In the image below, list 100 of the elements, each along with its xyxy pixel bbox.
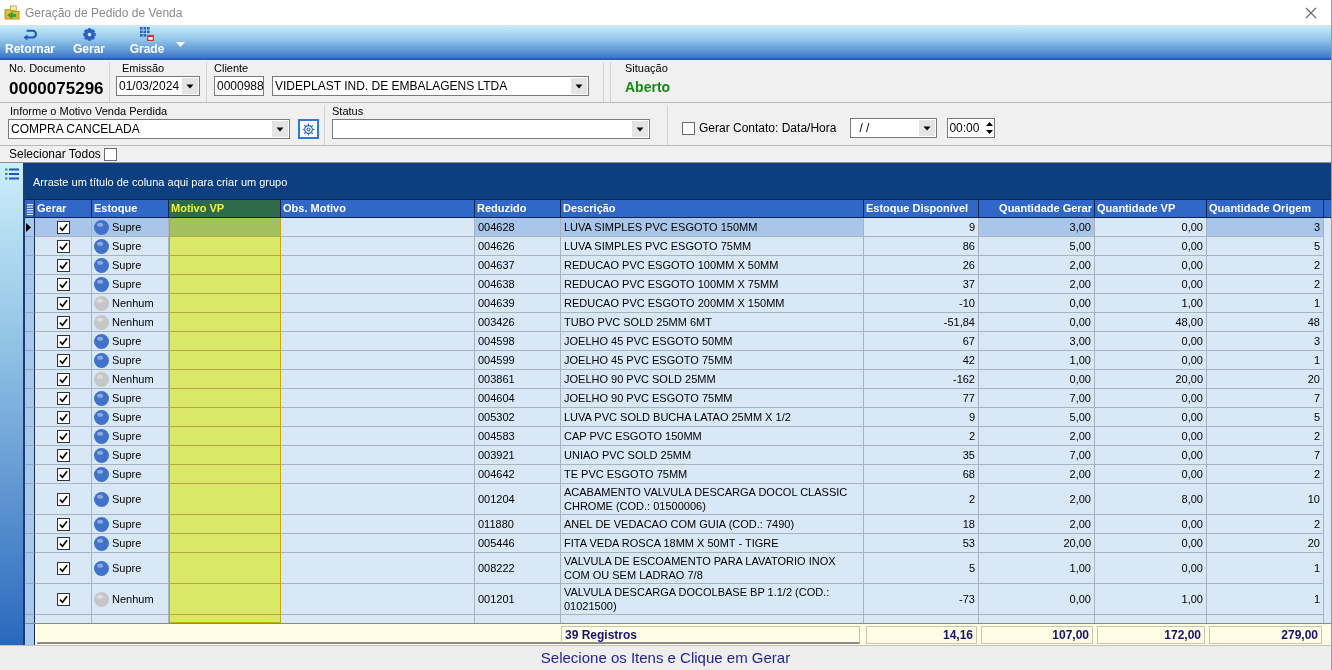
settings-button[interactable] [298,119,319,139]
table-cell[interactable] [281,351,475,370]
checkbox[interactable] [56,429,70,443]
checkbox[interactable] [56,467,70,481]
checkbox[interactable] [56,315,70,329]
table-cell[interactable] [281,584,475,615]
table-cell[interactable] [169,332,281,351]
column-header[interactable]: Reduzido [475,200,561,217]
row-indicator[interactable] [25,275,35,294]
table-cell[interactable] [169,534,281,553]
time-field[interactable]: 00:00 [947,118,996,138]
table-cell[interactable] [169,313,281,332]
date-field[interactable]: 01/03/2024 [116,76,200,96]
row-indicator[interactable] [25,370,35,389]
row-indicator[interactable] [25,389,35,408]
table-cell[interactable] [169,256,281,275]
column-header[interactable]: Estoque Disponível [864,200,979,217]
row-indicator[interactable] [25,256,35,275]
row-indicator[interactable] [25,446,35,465]
row-indicator[interactable] [25,484,35,515]
column-header[interactable]: Estoque [92,200,169,217]
table-cell[interactable] [169,484,281,515]
checkbox[interactable] [56,277,70,291]
checkbox[interactable] [56,220,70,234]
table-cell[interactable] [281,370,475,389]
row-indicator[interactable] [25,465,35,484]
column-header[interactable]: Quantidade Origem [1207,200,1324,217]
table-cell[interactable] [169,389,281,408]
table-cell[interactable] [169,553,281,584]
list-icon[interactable] [4,168,19,180]
row-indicator[interactable] [25,534,35,553]
table-cell[interactable] [169,351,281,370]
table-cell[interactable] [281,313,475,332]
checkbox[interactable] [56,239,70,253]
row-indicator[interactable] [25,237,35,256]
date-field[interactable]: / / [850,118,938,138]
checkbox[interactable] [56,258,70,272]
spin-arrows-icon[interactable] [986,121,994,135]
table-cell[interactable] [169,465,281,484]
checkbox[interactable] [56,536,70,550]
checkbox[interactable] [56,561,70,575]
table-cell[interactable] [281,465,475,484]
toolbar-button[interactable]: Retornar [3,26,57,58]
row-indicator[interactable] [25,553,35,584]
checkbox[interactable] [56,448,70,462]
table-cell[interactable] [281,332,475,351]
checkbox[interactable] [56,391,70,405]
table-cell[interactable] [169,515,281,534]
row-indicator[interactable] [25,408,35,427]
checkbox[interactable] [56,334,70,348]
table-cell[interactable] [169,446,281,465]
row-indicator[interactable] [25,351,35,370]
reason-field[interactable]: COMPRA CANCELADA [8,119,290,139]
column-header[interactable]: Quantidade VP [1095,200,1207,217]
table-cell[interactable] [281,427,475,446]
checkbox[interactable] [103,147,117,161]
table-cell[interactable] [169,427,281,446]
table-cell[interactable] [281,389,475,408]
table-cell[interactable] [169,275,281,294]
client-code-field[interactable]: 0000988 [214,76,264,96]
toolbar-button[interactable]: Gerar [67,26,111,58]
checkbox[interactable] [56,410,70,424]
toolbar-button[interactable]: Grade [125,26,169,58]
table-cell[interactable] [281,484,475,515]
table-cell: 0,00 [1095,465,1207,484]
table-cell[interactable] [169,584,281,615]
column-header[interactable]: Obs. Motivo [281,200,475,217]
table-cell[interactable] [281,237,475,256]
table-cell[interactable] [281,275,475,294]
row-indicator[interactable] [25,313,35,332]
column-header[interactable]: Gerar [35,200,92,217]
status-field[interactable] [332,119,650,139]
column-header[interactable]: Descrição [561,200,864,217]
checkbox[interactable] [56,372,70,386]
table-cell[interactable] [169,218,281,237]
checkbox[interactable] [56,492,70,506]
checkbox[interactable] [682,121,695,135]
table-cell[interactable] [281,218,475,237]
table-cell[interactable] [281,534,475,553]
checkbox[interactable] [56,592,70,606]
table-cell[interactable] [281,256,475,275]
client-name-field[interactable]: VIDEPLAST IND. DE EMBALAGENS LTDA [272,76,589,96]
table-cell[interactable] [281,553,475,584]
table-cell[interactable] [281,408,475,427]
checkbox[interactable] [56,517,70,531]
table-cell[interactable] [169,237,281,256]
row-indicator[interactable] [25,427,35,446]
row-indicator[interactable] [25,294,35,313]
checkbox[interactable] [56,353,70,367]
table-cell[interactable] [281,294,475,313]
checkbox[interactable] [56,296,70,310]
row-indicator[interactable] [25,515,35,534]
table-cell[interactable] [169,408,281,427]
table-cell[interactable] [281,515,475,534]
table-cell[interactable] [281,446,475,465]
row-indicator[interactable] [25,584,35,615]
row-indicator[interactable] [25,332,35,351]
table-cell[interactable] [169,370,281,389]
table-cell[interactable] [169,294,281,313]
column-header[interactable]: Motivo VP [169,200,281,217]
